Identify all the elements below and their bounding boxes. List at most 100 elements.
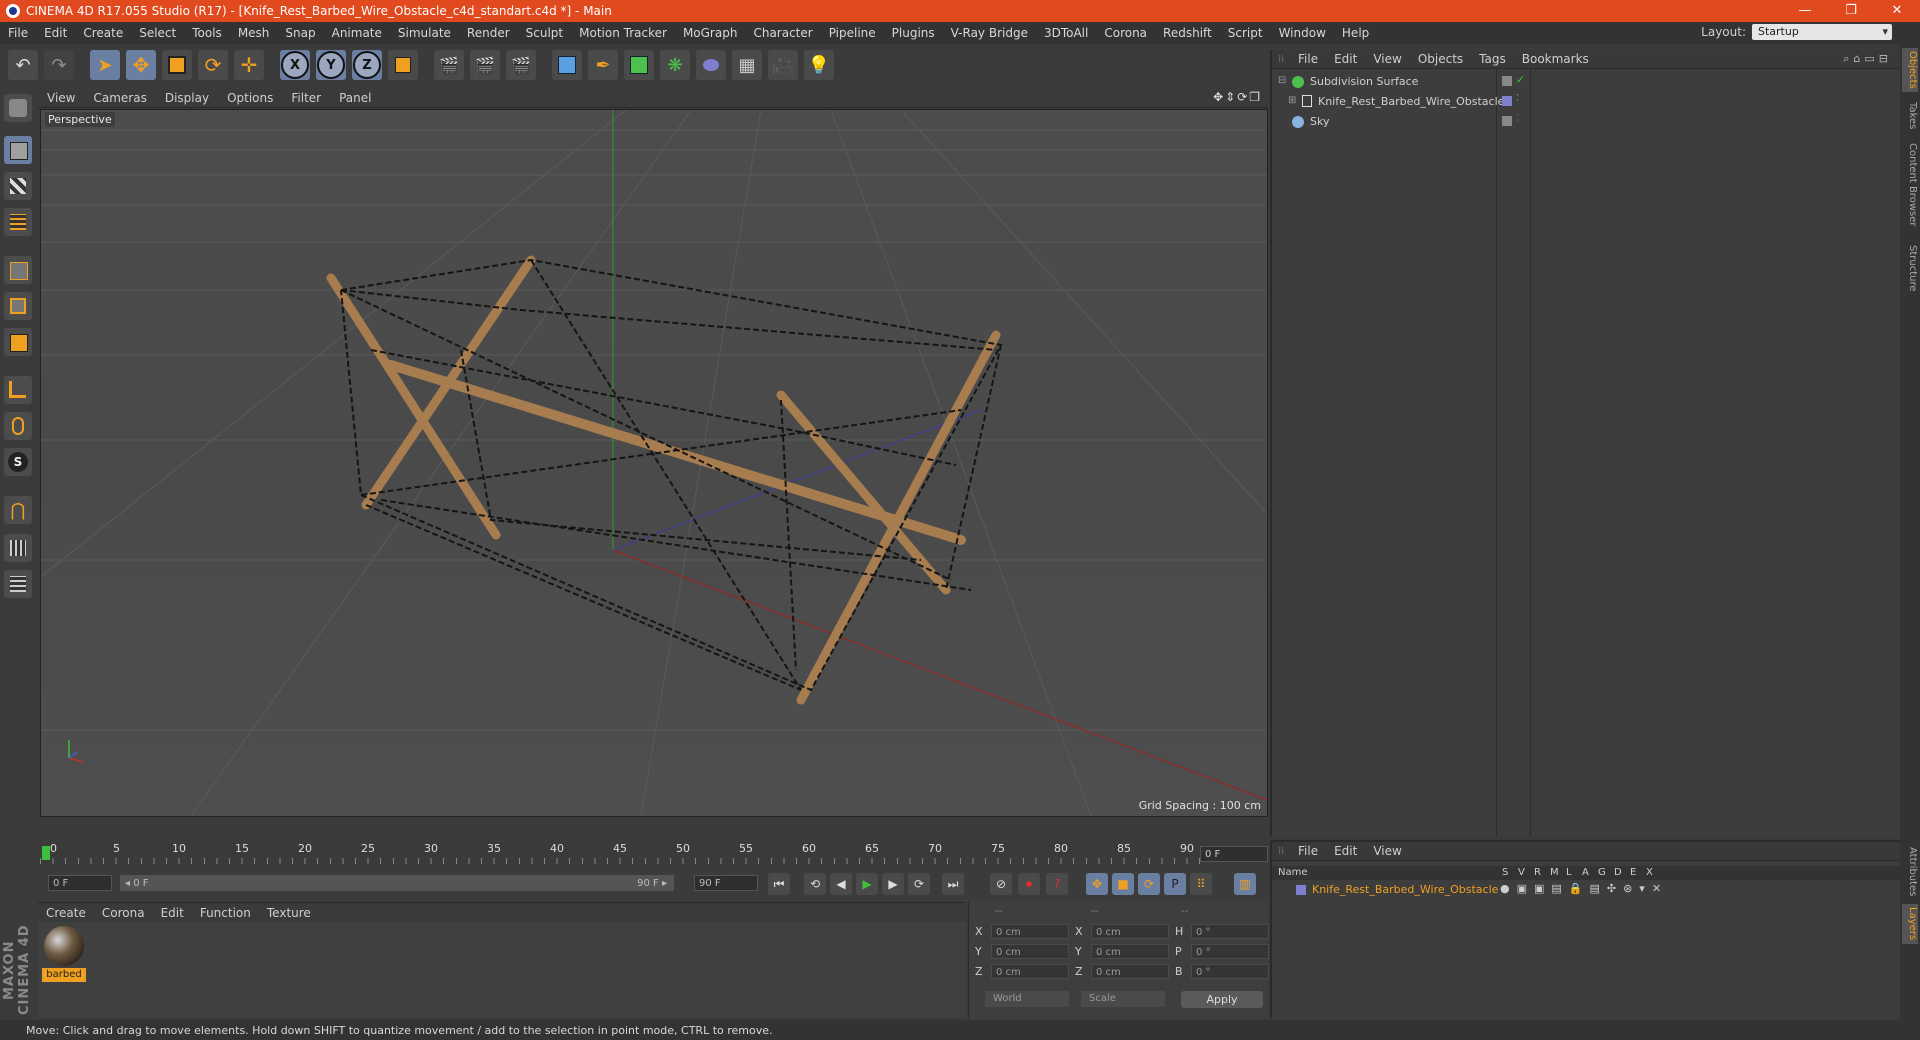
keyframe-selection-button[interactable]: ?	[1046, 873, 1068, 895]
y-axis-button[interactable]: Y	[316, 50, 346, 80]
viewport-menu-panel[interactable]: Panel	[330, 91, 380, 105]
end-frame-field[interactable]: 90 F	[694, 875, 758, 891]
current-frame-field[interactable]: 0 F	[1200, 846, 1268, 862]
objects-menu-bookmarks[interactable]: Bookmarks	[1514, 52, 1597, 66]
add-camera-button[interactable]: 🎥	[768, 50, 798, 80]
polygons-mode-button[interactable]	[4, 328, 32, 356]
size-y-field[interactable]: 0 cm	[1091, 944, 1169, 959]
autokey-button[interactable]: ⏺	[1018, 873, 1040, 895]
position-y-field[interactable]: 0 cm	[991, 944, 1069, 959]
layers-menu-view[interactable]: View	[1365, 844, 1409, 858]
move-tool-button[interactable]: ✥	[126, 50, 156, 80]
scale-tool-button[interactable]	[162, 50, 192, 80]
render-picture-viewer-button[interactable]: 🎬	[470, 50, 500, 80]
restore-button[interactable]: ❐	[1828, 0, 1874, 22]
search-home-icons[interactable]: ⌕⌂▭⊟	[1843, 52, 1892, 66]
object-name[interactable]: Knife_Rest_Barbed_Wire_Obstacle	[1318, 95, 1504, 108]
add-mograph-button[interactable]: ❋	[660, 50, 690, 80]
layout-dropdown[interactable]: Startup	[1752, 24, 1892, 40]
tab-attributes[interactable]: Attributes	[1902, 844, 1918, 900]
previous-frame-button[interactable]: ◀	[830, 873, 852, 895]
layer-color-swatch[interactable]	[1296, 885, 1306, 895]
coordinate-system-button[interactable]	[388, 50, 418, 80]
menu-window[interactable]: Window	[1271, 26, 1334, 40]
apply-button[interactable]: Apply	[1181, 991, 1263, 1008]
model-mode-button[interactable]	[4, 136, 32, 164]
axis-mode-button[interactable]	[4, 376, 32, 404]
menu-help[interactable]: Help	[1334, 26, 1377, 40]
redo-button[interactable]: ↷	[44, 50, 74, 80]
material-menu-corona[interactable]: Corona	[94, 906, 153, 920]
add-subdivision-button[interactable]	[624, 50, 654, 80]
key-point-level-button[interactable]: ⠿	[1190, 873, 1212, 895]
viewport-menu-filter[interactable]: Filter	[282, 91, 330, 105]
add-cube-button[interactable]	[552, 50, 582, 80]
menu-render[interactable]: Render	[459, 26, 518, 40]
objects-menu-file[interactable]: File	[1290, 52, 1326, 66]
viewport-menu-display[interactable]: Display	[156, 91, 218, 105]
tweak-mode-button[interactable]	[4, 412, 32, 440]
object-name[interactable]: Subdivision Surface	[1310, 75, 1418, 88]
panel-grip-icon[interactable]: ⁞⁞	[1278, 846, 1290, 857]
viewport-menu-options[interactable]: Options	[218, 91, 282, 105]
render-settings-button[interactable]: 🎬	[506, 50, 536, 80]
play-button[interactable]: ▶	[856, 873, 878, 895]
objects-menu-objects[interactable]: Objects	[1410, 52, 1471, 66]
perspective-viewport[interactable]: Perspective Grid Spacing : 100 cm	[40, 109, 1268, 817]
menu-corona[interactable]: Corona	[1096, 26, 1155, 40]
menu-3dtoall[interactable]: 3DToAll	[1036, 26, 1096, 40]
layer-toggle-icons[interactable]: ●▣▣▤🔒▤✣⊛▾✕	[1500, 882, 1668, 895]
material-menu-edit[interactable]: Edit	[153, 906, 192, 920]
timeline-window-button[interactable]: ▥	[1234, 873, 1256, 895]
rotate-tool-button[interactable]: ⟳	[198, 50, 228, 80]
rotation-p-field[interactable]: 0 °	[1191, 944, 1269, 959]
timeline-ruler[interactable]: 0 5 10 15 20 25 30 35 40 45 50 55 60 65 …	[40, 842, 1268, 864]
objects-menu-view[interactable]: View	[1365, 52, 1409, 66]
layer-tag-icon[interactable]	[1502, 116, 1512, 126]
size-z-field[interactable]: 0 cm	[1091, 964, 1169, 979]
coordinate-mode-dropdown[interactable]: Scale	[1081, 991, 1165, 1007]
menu-mesh[interactable]: Mesh	[230, 26, 278, 40]
expand-toggle-icon[interactable]: ⊞	[1288, 95, 1296, 106]
viewport-menu-cameras[interactable]: Cameras	[84, 91, 155, 105]
menu-snap[interactable]: Snap	[277, 26, 323, 40]
undo-button[interactable]: ↶	[8, 50, 38, 80]
menu-simulate[interactable]: Simulate	[390, 26, 459, 40]
viewport-navigation-icons[interactable]: ✥⇕⟳❐	[1213, 90, 1262, 104]
z-axis-button[interactable]: Z	[352, 50, 382, 80]
texture-mode-button[interactable]	[4, 172, 32, 200]
previous-key-button[interactable]: ⟲	[804, 873, 826, 895]
locked-workplane-button[interactable]	[4, 534, 32, 562]
expand-toggle-icon[interactable]: ⊟	[1278, 75, 1286, 86]
layer-row[interactable]: Knife_Rest_Barbed_Wire_Obstacle ●▣▣▤🔒▤✣⊛…	[1272, 882, 1900, 898]
visibility-dots-icon[interactable]: ⁚	[1516, 93, 1519, 104]
rotation-b-field[interactable]: 0 °	[1191, 964, 1269, 979]
menu-character[interactable]: Character	[745, 26, 820, 40]
live-selection-button[interactable]: ➤	[90, 50, 120, 80]
menu-mograph[interactable]: MoGraph	[675, 26, 746, 40]
layer-name[interactable]: Knife_Rest_Barbed_Wire_Obstacle	[1312, 883, 1498, 896]
go-to-start-button[interactable]: ⏮	[768, 873, 790, 895]
layer-color-icon[interactable]	[1502, 96, 1512, 106]
add-deformer-button[interactable]	[696, 50, 726, 80]
objects-menu-edit[interactable]: Edit	[1326, 52, 1365, 66]
viewport-menu-view[interactable]: View	[38, 91, 84, 105]
coordinate-space-dropdown[interactable]: World	[985, 991, 1069, 1007]
frame-range-slider[interactable]: ◂ 0 F 90 F ▸	[120, 875, 674, 891]
objects-menu-tags[interactable]: Tags	[1471, 52, 1514, 66]
go-to-end-button[interactable]: ⏭	[942, 873, 964, 895]
object-row[interactable]: ⊟ Subdivision Surface ✓	[1272, 72, 1900, 92]
material-menu-texture[interactable]: Texture	[259, 906, 319, 920]
menu-pipeline[interactable]: Pipeline	[821, 26, 884, 40]
menu-plugins[interactable]: Plugins	[884, 26, 943, 40]
object-name[interactable]: Sky	[1310, 115, 1329, 128]
edges-mode-button[interactable]	[4, 292, 32, 320]
menu-edit[interactable]: Edit	[36, 26, 75, 40]
object-row[interactable]: Sky ⁚	[1272, 112, 1900, 132]
render-view-button[interactable]: 🎬	[434, 50, 464, 80]
menu-script[interactable]: Script	[1220, 26, 1271, 40]
key-parameter-button[interactable]: P	[1164, 873, 1186, 895]
magnet-tool-button[interactable]: ⋂	[4, 496, 32, 524]
menu-create[interactable]: Create	[75, 26, 131, 40]
start-frame-field[interactable]: 0 F	[48, 875, 112, 891]
